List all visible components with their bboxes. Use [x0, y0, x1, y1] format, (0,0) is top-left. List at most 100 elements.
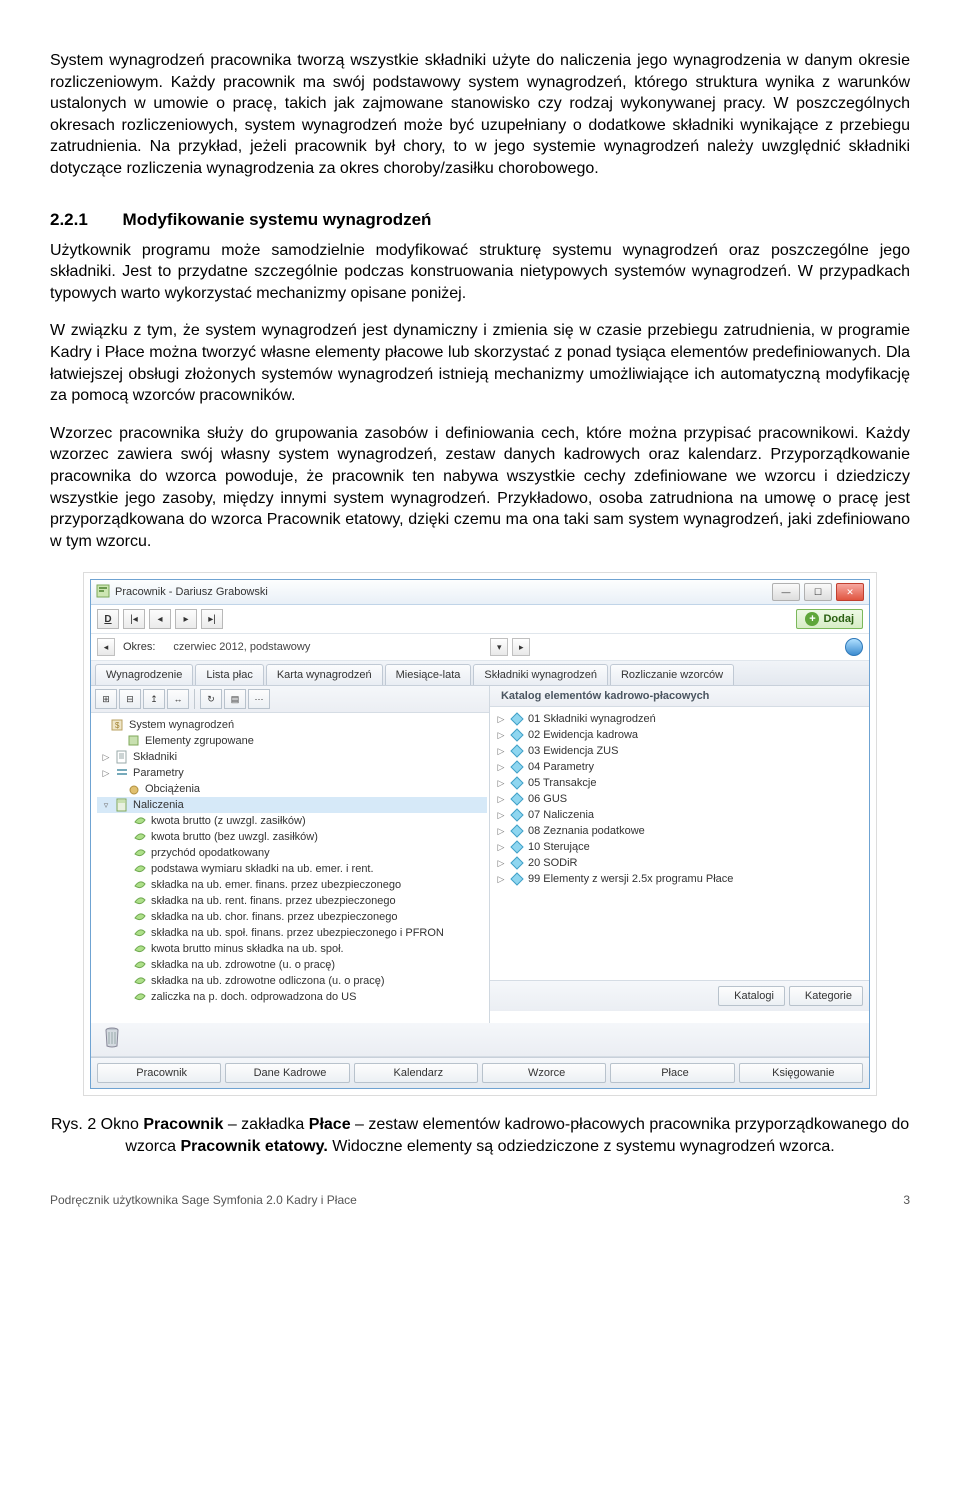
- nav-d-button[interactable]: D: [97, 609, 119, 629]
- period-dropdown-button[interactable]: ▾: [490, 638, 508, 656]
- catalog-node[interactable]: ▷99 Elementy z wersji 2.5x programu Płac…: [492, 871, 867, 887]
- right-tree[interactable]: ▷01 Składniki wynagrodzeń ▷02 Ewidencja …: [490, 707, 869, 980]
- node-label: składka na ub. rent. finans. przez ubezp…: [151, 895, 396, 907]
- group-icon: [127, 734, 141, 748]
- tool-expand-icon[interactable]: ⊞: [95, 689, 117, 709]
- leaf-item[interactable]: kwota brutto (bez uwzgl. zasiłków): [129, 829, 487, 845]
- leaf-item[interactable]: składka na ub. zdrowotne odliczona (u. o…: [129, 973, 487, 989]
- screenshot-frame: Pracownik - Dariusz Grabowski — ☐ ✕ D |◂…: [83, 572, 877, 1096]
- node-label: zaliczka na p. doch. odprowadzona do US: [151, 991, 356, 1003]
- right-pane-header: Katalog elementów kadrowo-płacowych: [490, 686, 869, 707]
- katalogi-button[interactable]: Katalogi: [718, 986, 785, 1006]
- tool-collapse-icon[interactable]: ⊟: [119, 689, 141, 709]
- node-label: składka na ub. emer. finans. przez ubezp…: [151, 879, 401, 891]
- node-label: 05 Transakcje: [528, 777, 596, 789]
- foot-wzorce-button[interactable]: Wzorce: [482, 1063, 606, 1083]
- nav-prev-button[interactable]: ◂: [149, 609, 171, 629]
- catalog-node[interactable]: ▷02 Ewidencja kadrowa: [492, 727, 867, 743]
- node-elementy-zgrupowane[interactable]: Elementy zgrupowane: [109, 733, 487, 749]
- node-label: składka na ub. zdrowotne (u. o pracę): [151, 959, 335, 971]
- parametry-icon: [115, 766, 129, 780]
- foot-ksiegowanie-button[interactable]: Księgowanie: [739, 1063, 863, 1083]
- btn-label: Katalogi: [734, 990, 774, 1002]
- node-label: 06 GUS: [528, 793, 567, 805]
- tab-lista-plac[interactable]: Lista płac: [195, 664, 263, 685]
- catalog-node[interactable]: ▷07 Naliczenia: [492, 807, 867, 823]
- leaf-item[interactable]: składka na ub. społ. finans. przez ubezp…: [129, 925, 487, 941]
- trash-icon[interactable]: [101, 1026, 123, 1053]
- document-icon: [115, 750, 129, 764]
- period-field[interactable]: czerwiec 2012, podstawowy: [167, 639, 486, 655]
- left-tree[interactable]: $System wynagrodzeń Elementy zgrupowane …: [91, 713, 489, 1023]
- btn-label: Dane Kadrowe: [254, 1067, 327, 1079]
- payroll-icon: $: [111, 718, 125, 732]
- tool-refresh-icon[interactable]: ↻: [200, 689, 222, 709]
- leaf-item[interactable]: podstawa wymiaru składki na ub. emer. i …: [129, 861, 487, 877]
- node-system-wynagrodzen[interactable]: $System wynagrodzeń: [93, 717, 487, 733]
- period-next-button[interactable]: ▸: [512, 638, 530, 656]
- leaf-item[interactable]: składka na ub. chor. finans. przez ubezp…: [129, 909, 487, 925]
- catalog-node[interactable]: ▷04 Parametry: [492, 759, 867, 775]
- heading-2-2-1: 2.2.1 Modyfikowanie systemu wynagrodzeń: [50, 210, 910, 230]
- btn-label: Kategorie: [805, 990, 852, 1002]
- minimize-button[interactable]: —: [772, 583, 800, 601]
- node-skladniki[interactable]: ▷Składniki: [97, 749, 487, 765]
- foot-kalendarz-button[interactable]: Kalendarz: [354, 1063, 478, 1083]
- btn-label: Kalendarz: [394, 1067, 444, 1079]
- foot-place-button[interactable]: $Płace: [610, 1063, 734, 1083]
- tool-up-icon[interactable]: ↥: [143, 689, 165, 709]
- node-obciazenia[interactable]: Obciążenia: [109, 781, 487, 797]
- leaf-item[interactable]: kwota brutto (z uwzgl. zasiłków): [129, 813, 487, 829]
- node-naliczenia[interactable]: ▿Naliczenia: [97, 797, 487, 813]
- leaf-item[interactable]: kwota brutto minus składka na ub. społ.: [129, 941, 487, 957]
- nav-last-button[interactable]: ▸|: [201, 609, 223, 629]
- leaf-item[interactable]: składka na ub. zdrowotne (u. o pracę): [129, 957, 487, 973]
- node-label: składka na ub. zdrowotne odliczona (u. o…: [151, 975, 385, 987]
- diamond-icon: [510, 776, 524, 790]
- kategorie-button[interactable]: Kategorie: [789, 986, 863, 1006]
- leaf-icon: [133, 990, 147, 1004]
- leaf-item[interactable]: przychód opodatkowany: [129, 845, 487, 861]
- nav-first-button[interactable]: |◂: [123, 609, 145, 629]
- foot-pracownik-button[interactable]: Pracownik: [97, 1063, 221, 1083]
- catalog-node[interactable]: ▷20 SODiR: [492, 855, 867, 871]
- catalog-node[interactable]: ▷01 Składniki wynagrodzeń: [492, 711, 867, 727]
- right-pane-title: Katalog elementów kadrowo-płacowych: [501, 690, 709, 702]
- tool-sheet-icon[interactable]: ▤: [224, 689, 246, 709]
- btn-label: Pracownik: [136, 1067, 187, 1079]
- leaf-item[interactable]: składka na ub. emer. finans. przez ubezp…: [129, 877, 487, 893]
- add-button[interactable]: + Dodaj: [796, 609, 863, 629]
- tab-skladniki-wynagrodzen[interactable]: Składniki wynagrodzeń: [473, 664, 608, 685]
- leaf-item[interactable]: zaliczka na p. doch. odprowadzona do US: [129, 989, 487, 1005]
- tab-wynagrodzenie[interactable]: Wynagrodzenie: [95, 664, 193, 685]
- maximize-button[interactable]: ☐: [804, 583, 832, 601]
- tool-drag-icon[interactable]: ↔: [167, 689, 189, 709]
- node-label: składka na ub. chor. finans. przez ubezp…: [151, 911, 397, 923]
- catalog-node[interactable]: ▷06 GUS: [492, 791, 867, 807]
- figure-caption: Rys. 2 Okno Pracownik – zakładka Płace –…: [50, 1114, 910, 1157]
- tab-karta-wynagrodzen[interactable]: Karta wynagrodzeń: [266, 664, 383, 685]
- catalog-node[interactable]: ▷05 Transakcje: [492, 775, 867, 791]
- tab-miesiace-lata[interactable]: Miesiące-lata: [385, 664, 472, 685]
- catalog-node[interactable]: ▷10 Sterujące: [492, 839, 867, 855]
- paragraph-2: Użytkownik programu może samodzielnie mo…: [50, 240, 910, 305]
- close-button[interactable]: ✕: [836, 583, 864, 601]
- tool-extra-icon[interactable]: ⋯: [248, 689, 270, 709]
- node-label: Parametry: [133, 767, 184, 779]
- period-prev-button[interactable]: ◂: [97, 638, 115, 656]
- tab-rozliczanie-wzorcow[interactable]: Rozliczanie wzorców: [610, 664, 734, 685]
- leaf-item[interactable]: składka na ub. rent. finans. przez ubezp…: [129, 893, 487, 909]
- help-icon[interactable]: [845, 638, 863, 656]
- catalog-node[interactable]: ▷08 Zeznania podatkowe: [492, 823, 867, 839]
- diamond-icon: [510, 856, 524, 870]
- app-icon: [96, 584, 110, 601]
- leaf-icon: [133, 814, 147, 828]
- nav-next-button[interactable]: ▸: [175, 609, 197, 629]
- catalog-node[interactable]: ▷03 Ewidencja ZUS: [492, 743, 867, 759]
- svg-text:$: $: [115, 721, 120, 730]
- plus-icon: +: [805, 612, 819, 626]
- node-parametry[interactable]: ▷Parametry: [97, 765, 487, 781]
- leaf-icon: [133, 910, 147, 924]
- foot-dane-kadrowe-button[interactable]: Dane Kadrowe: [225, 1063, 349, 1083]
- node-label: 20 SODiR: [528, 857, 578, 869]
